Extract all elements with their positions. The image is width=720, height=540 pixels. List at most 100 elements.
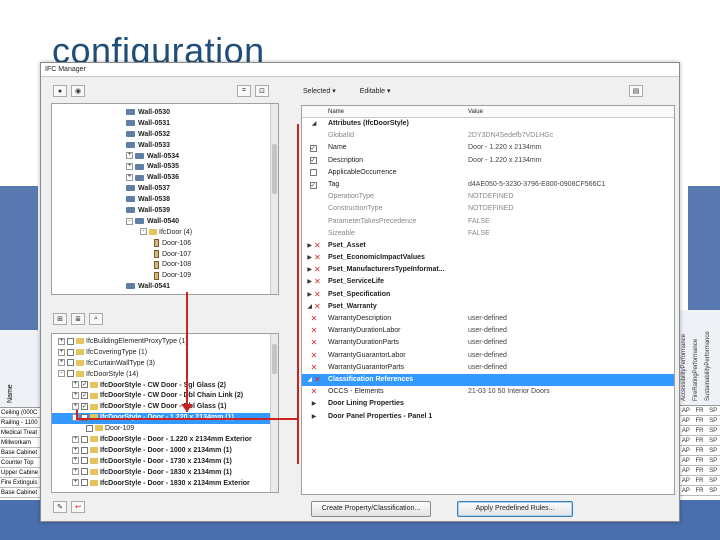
- type-list-item[interactable]: + IfcCurtainWallType (3): [52, 359, 278, 370]
- tree-item[interactable]: Wall-0530: [52, 108, 278, 119]
- red-x-icon[interactable]: ✕: [314, 240, 321, 252]
- property-value[interactable]: user-defined: [464, 313, 674, 325]
- tree-item[interactable]: Door-108: [52, 260, 278, 271]
- property-row[interactable]: ✕ WarrantyGuarantorParts user-defined: [302, 362, 674, 374]
- triangle-down-icon[interactable]: ◢: [307, 374, 312, 386]
- type-list-item[interactable]: + IfcDoorStyle - Door - 1830 x 2134mm Ext…: [52, 479, 278, 490]
- filter-icon[interactable]: ⊡: [255, 85, 269, 97]
- red-x-icon[interactable]: ✕: [311, 386, 318, 398]
- type-checkbox[interactable]: [81, 468, 88, 476]
- property-row[interactable]: ▶ Door Lining Properties: [302, 398, 674, 410]
- tree-scroll-thumb[interactable]: [272, 144, 277, 194]
- tree-item[interactable]: Wall-0539: [52, 206, 278, 217]
- type-list-item[interactable]: + IfcDoorStyle - Door - 1000 x 2134mm (1): [52, 446, 278, 457]
- tree-item[interactable]: Wall-0531: [52, 119, 278, 130]
- type-list-item[interactable]: + IfcCoveringType (1): [52, 348, 278, 359]
- property-row[interactable]: ✕ WarrantyGuarantorLabor user-defined: [302, 350, 674, 362]
- red-x-icon[interactable]: ✕: [314, 252, 321, 264]
- property-row[interactable]: ✓ Description Door - 1.220 x 2134mm: [302, 155, 674, 167]
- property-value[interactable]: Door - 1.220 x 2134mm: [464, 142, 674, 154]
- red-x-icon[interactable]: ✕: [311, 313, 318, 325]
- selected-dropdown[interactable]: Selected ▾: [303, 87, 336, 95]
- red-x-icon[interactable]: ✕: [311, 350, 318, 362]
- triangle-right-icon[interactable]: ▶: [307, 240, 312, 252]
- property-row[interactable]: ✓ Tag d4AE050-5-3230-3796-E800-0908CF566C1: [302, 179, 674, 191]
- type-checkbox[interactable]: [81, 446, 88, 454]
- red-x-icon[interactable]: ✕: [311, 325, 318, 337]
- type-checkbox[interactable]: [67, 370, 74, 378]
- property-row[interactable]: ParameterTakesPrecedence FALSE: [302, 216, 674, 228]
- property-row[interactable]: ✕ WarrantyDurationLabor user-defined: [302, 325, 674, 337]
- triangle-right-icon[interactable]: ▶: [312, 398, 317, 410]
- search-icon[interactable]: ⌕: [89, 313, 103, 325]
- property-value[interactable]: NOTDEFINED: [464, 191, 674, 203]
- undo-icon[interactable]: ↩: [71, 501, 85, 513]
- type-checkbox[interactable]: [67, 337, 74, 345]
- expand-icon[interactable]: +: [126, 174, 133, 181]
- collapse-icon[interactable]: -: [58, 370, 65, 378]
- type-checkbox[interactable]: [67, 348, 74, 356]
- expand-icon[interactable]: +: [72, 403, 79, 410]
- triangle-right-icon[interactable]: ▶: [312, 411, 317, 423]
- property-value[interactable]: 2DY3DN4Sedefb7VDLHGc: [464, 130, 674, 142]
- types-scroll-thumb[interactable]: [272, 344, 277, 374]
- property-row[interactable]: GlobalId 2DY3DN4Sedefb7VDLHGc: [302, 130, 674, 142]
- red-x-icon[interactable]: ✕: [311, 362, 318, 374]
- type-list-item[interactable]: + IfcBuildingElementProxyType (1): [52, 337, 278, 348]
- triangle-right-icon[interactable]: ▶: [307, 252, 312, 264]
- property-value[interactable]: [464, 264, 674, 276]
- type-list-item[interactable]: + ✓ IfcDoorStyle - CW Door - Dbl Glass (1): [52, 402, 278, 413]
- property-row[interactable]: ✕ OCCS - Elements 21-03 10 50 Interior Doo…: [302, 386, 674, 398]
- expand-icon[interactable]: +: [58, 348, 65, 356]
- tree-scrollbar[interactable]: [270, 104, 278, 294]
- property-value[interactable]: d4AE050-5-3230-3796-E800-0908CF566C1: [464, 179, 674, 191]
- property-row[interactable]: ✕ WarrantyDurationParts user-defined: [302, 337, 674, 349]
- property-row[interactable]: ▶ ✕ Pset_ServiceLife: [302, 276, 674, 288]
- type-list-item[interactable]: + IfcDoorStyle - Door - 1830 x 2134mm (1): [52, 468, 278, 479]
- type-checkbox[interactable]: ✓: [81, 403, 88, 410]
- property-row[interactable]: ▶ Door Panel Properties - Panel 1: [302, 411, 674, 423]
- property-value[interactable]: [464, 276, 674, 288]
- select-element-icon[interactable]: ⌗: [237, 85, 251, 97]
- collapse-icon[interactable]: -: [140, 228, 147, 236]
- type-list-item[interactable]: - IfcDoorStyle (14): [52, 370, 278, 381]
- property-value[interactable]: user-defined: [464, 362, 674, 374]
- tree-item[interactable]: - Wall-0540: [52, 217, 278, 228]
- property-value[interactable]: [464, 118, 674, 130]
- expand-all-icon[interactable]: ⊞: [53, 313, 67, 325]
- tree-item[interactable]: + Wall-0534: [52, 152, 278, 163]
- tree-item[interactable]: + Wall-0536: [52, 173, 278, 184]
- property-value[interactable]: [464, 167, 674, 179]
- red-x-icon[interactable]: ✕: [314, 374, 321, 386]
- types-scrollbar[interactable]: [270, 334, 278, 492]
- red-x-icon[interactable]: ✕: [314, 276, 321, 288]
- property-value[interactable]: [464, 301, 674, 313]
- editable-dropdown[interactable]: Editable ▾: [360, 87, 391, 95]
- property-checkbox[interactable]: ✓: [309, 181, 317, 189]
- expand-icon[interactable]: +: [72, 468, 79, 476]
- tree-item[interactable]: Door-109: [52, 271, 278, 282]
- tree-item[interactable]: Wall-0538: [52, 195, 278, 206]
- property-value[interactable]: [464, 240, 674, 252]
- expand-icon[interactable]: +: [72, 392, 79, 400]
- type-list-item[interactable]: + ✓ IfcDoorStyle - CW Door - Sgl Glass (2): [52, 381, 278, 392]
- property-value[interactable]: user-defined: [464, 337, 674, 349]
- property-value[interactable]: [464, 252, 674, 264]
- property-checkbox[interactable]: [309, 169, 317, 177]
- property-row[interactable]: ◢ ✕ Pset_Warranty: [302, 301, 674, 313]
- property-row[interactable]: ✕ WarrantyDescription user-defined: [302, 313, 674, 325]
- expand-icon[interactable]: +: [58, 337, 65, 345]
- apply-predefined-rules-button[interactable]: Apply Predefined Rules...: [457, 501, 573, 517]
- type-list-item[interactable]: Door-109: [52, 424, 278, 435]
- property-value[interactable]: user-defined: [464, 325, 674, 337]
- list-icon[interactable]: ≣: [71, 313, 85, 325]
- property-row[interactable]: OperationType NOTDEFINED: [302, 191, 674, 203]
- property-value[interactable]: 21-03 10 50 Interior Doors: [464, 386, 674, 398]
- tree-item[interactable]: + Wall-0535: [52, 162, 278, 173]
- property-row[interactable]: ApplicableOccurrence: [302, 167, 674, 179]
- triangle-right-icon[interactable]: ▶: [307, 276, 312, 288]
- edit-pencil-icon[interactable]: ✎: [53, 501, 67, 513]
- red-x-icon[interactable]: ✕: [314, 289, 321, 301]
- type-checkbox[interactable]: [81, 435, 88, 443]
- property-value[interactable]: [464, 398, 674, 410]
